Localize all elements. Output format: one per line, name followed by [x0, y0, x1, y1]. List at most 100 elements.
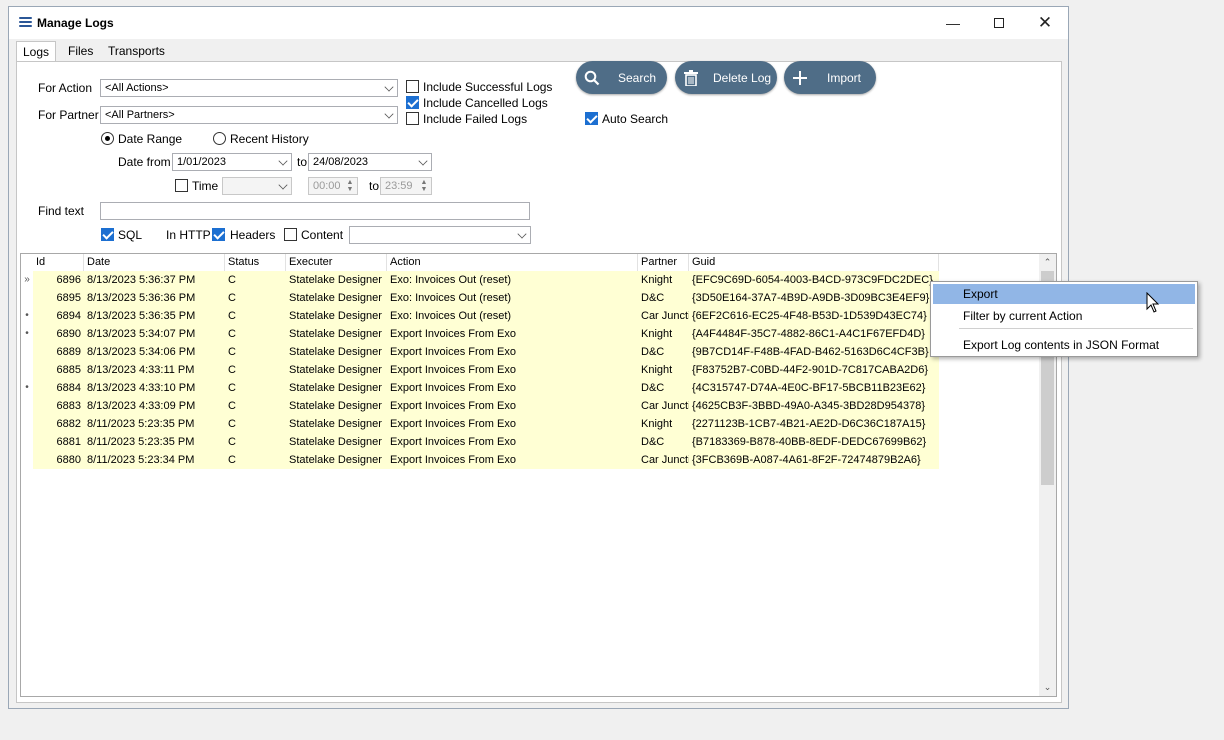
- cell-date: 8/13/2023 5:36:36 PM: [84, 289, 225, 307]
- cell-guid: {2271123B-1CB7-4B21-AE2D-D6C36C187A15}: [689, 415, 939, 433]
- cell-status: C: [225, 451, 286, 469]
- menu-item-export-json[interactable]: Export Log contents in JSON Format: [933, 335, 1195, 355]
- row-indicator: •: [21, 307, 33, 325]
- search-button[interactable]: Search: [576, 61, 667, 94]
- cell-status: C: [225, 361, 286, 379]
- cell-status: C: [225, 289, 286, 307]
- table-row[interactable]: 6883 8/13/2023 4:33:09 PM C Statelake Desig…: [21, 397, 939, 415]
- cell-date: 8/13/2023 4:33:10 PM: [84, 379, 225, 397]
- cell-action: Export Invoices From Exo: [387, 451, 638, 469]
- cell-partner: D&C: [638, 289, 689, 307]
- row-indicator: [21, 343, 33, 361]
- table-row[interactable]: 6885 8/13/2023 4:33:11 PM C Statelake Desig…: [21, 361, 939, 379]
- date-to-picker[interactable]: 24/08/2023: [308, 153, 432, 171]
- table-row[interactable]: • 6884 8/13/2023 4:33:10 PM C Statelake Desi…: [21, 379, 939, 397]
- cell-date: 8/13/2023 5:36:35 PM: [84, 307, 225, 325]
- import-button[interactable]: Import: [784, 61, 876, 94]
- menu-separator: [959, 328, 1193, 329]
- row-indicator: [21, 361, 33, 379]
- column-header-id[interactable]: Id: [33, 254, 84, 271]
- for-partner-select[interactable]: <All Partners>: [100, 106, 398, 124]
- auto-search-checkbox[interactable]: [585, 112, 598, 125]
- delete-log-button[interactable]: Delete Log: [675, 61, 777, 94]
- time-to-value: 23:59: [385, 180, 413, 192]
- cell-id: 6882: [33, 415, 84, 433]
- cell-id: 6883: [33, 397, 84, 415]
- column-header-partner[interactable]: Partner: [638, 254, 689, 271]
- scroll-up-icon[interactable]: ⌃: [1039, 254, 1056, 271]
- import-label: Import: [827, 70, 862, 85]
- time-label: Time: [192, 179, 219, 193]
- mouse-cursor-icon: [1146, 292, 1160, 313]
- column-header-guid[interactable]: Guid: [689, 254, 939, 271]
- date-to-value: 24/08/2023: [313, 156, 369, 168]
- cell-id: 6884: [33, 379, 84, 397]
- tab-transports[interactable]: Transports: [102, 41, 171, 61]
- recent-history-radio[interactable]: [213, 132, 226, 145]
- cell-status: C: [225, 343, 286, 361]
- row-indicator: [21, 415, 33, 433]
- time-from-spinner[interactable]: 00:00 ▲ ▼: [308, 177, 358, 195]
- column-header-status[interactable]: Status: [225, 254, 286, 271]
- sql-checkbox[interactable]: [101, 228, 114, 241]
- include-cancelled-checkbox[interactable]: [406, 96, 419, 109]
- cell-partner: Knight: [638, 415, 689, 433]
- time-mode-select[interactable]: [222, 177, 292, 195]
- table-row[interactable]: » 6896 8/13/2023 5:36:37 PM C Statelake Desi…: [21, 271, 939, 289]
- tab-files[interactable]: Files: [62, 41, 99, 61]
- cell-id: 6890: [33, 325, 84, 343]
- content-checkbox[interactable]: [284, 228, 297, 241]
- time-to-spinner[interactable]: 23:59 ▲ ▼: [380, 177, 432, 195]
- cell-executer: Statelake Designer: [286, 415, 387, 433]
- cell-id: 6880: [33, 451, 84, 469]
- cell-status: C: [225, 415, 286, 433]
- spinner-arrows-icon: ▲ ▼: [420, 179, 428, 193]
- row-indicator: •: [21, 325, 33, 343]
- time-checkbox[interactable]: [175, 179, 188, 192]
- column-header-date[interactable]: Date: [84, 254, 225, 271]
- find-text-input[interactable]: [100, 202, 530, 220]
- date-from-picker[interactable]: 1/01/2023: [172, 153, 292, 171]
- content-type-select[interactable]: [349, 226, 531, 244]
- cell-executer: Statelake Designer: [286, 451, 387, 469]
- date-from-label: Date from: [118, 155, 171, 169]
- cell-action: Export Invoices From Exo: [387, 325, 638, 343]
- table-row[interactable]: 6889 8/13/2023 5:34:06 PM C Statelake Desig…: [21, 343, 939, 361]
- window-title: Manage Logs: [37, 16, 114, 30]
- cell-guid: {EFC9C69D-6054-4003-B4CD-973C9FDC2DEC}: [689, 271, 939, 289]
- cell-executer: Statelake Designer: [286, 289, 387, 307]
- for-action-select[interactable]: <All Actions>: [100, 79, 398, 97]
- table-row[interactable]: • 6894 8/13/2023 5:36:35 PM C Statelake Desi…: [21, 307, 939, 325]
- cell-status: C: [225, 379, 286, 397]
- scroll-down-icon[interactable]: ⌄: [1039, 679, 1056, 696]
- table-row[interactable]: 6881 8/11/2023 5:23:35 PM C Statelake Desig…: [21, 433, 939, 451]
- close-button[interactable]: ✕: [1022, 7, 1068, 39]
- cell-guid: {6EF2C616-EC25-4F48-B53D-1D539D43EC74}: [689, 307, 939, 325]
- cell-date: 8/13/2023 4:33:11 PM: [84, 361, 225, 379]
- column-header-executer[interactable]: Executer: [286, 254, 387, 271]
- include-failed-checkbox[interactable]: [406, 112, 419, 125]
- app-menu-icon[interactable]: [19, 17, 32, 28]
- cell-action: Export Invoices From Exo: [387, 415, 638, 433]
- date-to-label: to: [297, 155, 308, 169]
- cell-executer: Statelake Designer: [286, 343, 387, 361]
- cell-id: 6895: [33, 289, 84, 307]
- cell-status: C: [225, 271, 286, 289]
- tab-logs[interactable]: Logs: [16, 41, 57, 62]
- table-row[interactable]: 6895 8/13/2023 5:36:36 PM C Statelake Desig…: [21, 289, 939, 307]
- date-range-radio[interactable]: [101, 132, 114, 145]
- table-row[interactable]: • 6890 8/13/2023 5:34:07 PM C Statelake Desi…: [21, 325, 939, 343]
- spinner-arrows-icon: ▲ ▼: [346, 179, 354, 193]
- minimize-button[interactable]: —: [930, 7, 976, 39]
- headers-checkbox[interactable]: [212, 228, 225, 241]
- cell-status: C: [225, 397, 286, 415]
- cell-guid: {B7183369-B878-40BB-8EDF-DEDC67699B62}: [689, 433, 939, 451]
- include-successful-checkbox[interactable]: [406, 80, 419, 93]
- table-row[interactable]: 6880 8/11/2023 5:23:34 PM C Statelake Desig…: [21, 451, 939, 469]
- maximize-button[interactable]: [976, 7, 1022, 39]
- column-header-action[interactable]: Action: [387, 254, 638, 271]
- table-row[interactable]: 6882 8/11/2023 5:23:35 PM C Statelake Desig…: [21, 415, 939, 433]
- delete-log-label: Delete Log: [713, 70, 772, 85]
- time-to-label: to: [369, 179, 380, 193]
- cell-executer: Statelake Designer: [286, 271, 387, 289]
